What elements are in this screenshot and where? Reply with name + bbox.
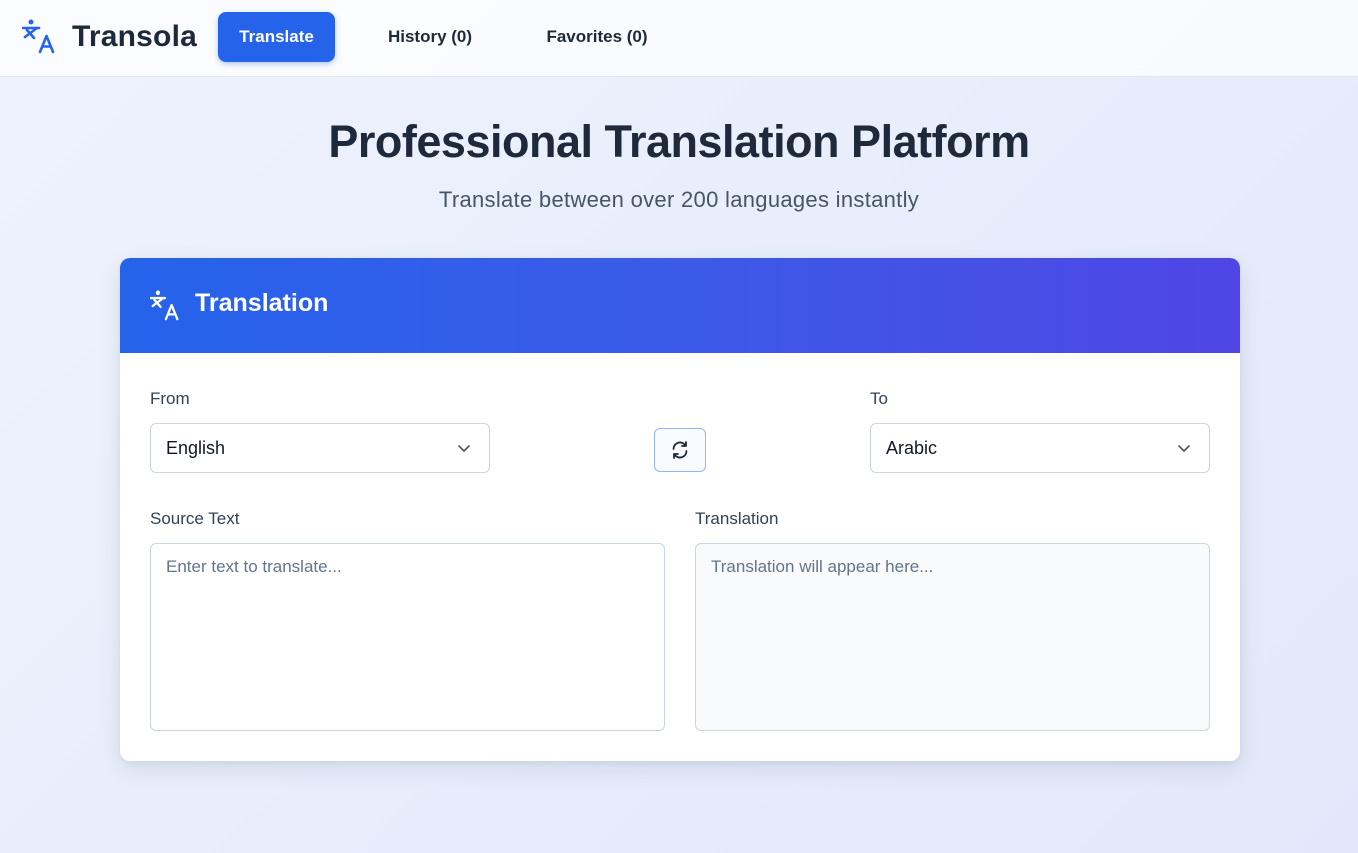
translate-icon <box>150 290 179 321</box>
translation-output-placeholder: Translation will appear here... <box>711 557 934 576</box>
translation-card: Translation From English To Arabic Sourc… <box>120 258 1240 761</box>
brand[interactable]: Transola <box>22 19 197 55</box>
page-title: Professional Translation Platform <box>328 116 1030 167</box>
to-label: To <box>870 389 888 408</box>
swap-arrows-icon <box>672 441 688 459</box>
source-text-input[interactable]: Enter text to translate... <box>150 543 665 731</box>
translation-output[interactable]: Translation will appear here... <box>695 543 1210 731</box>
translate-icon <box>22 19 55 54</box>
to-language-value: Arabic <box>886 437 938 458</box>
card-header: Translation <box>120 258 1240 353</box>
source-text-label: Source Text <box>150 509 240 528</box>
from-language-value: English <box>166 437 226 458</box>
from-label: From <box>150 389 190 408</box>
chevron-down-icon <box>458 445 470 452</box>
source-text-placeholder: Enter text to translate... <box>166 557 342 576</box>
to-language-select[interactable]: Arabic <box>870 423 1210 473</box>
nav-translate-button[interactable]: Translate <box>218 12 335 62</box>
brand-name: Transola <box>72 20 197 53</box>
translation-label: Translation <box>695 509 779 528</box>
nav-history-button[interactable]: History (0) <box>368 12 492 62</box>
card-title: Translation <box>195 289 329 317</box>
chevron-down-icon <box>1178 445 1190 452</box>
top-navbar: Transola Translate History (0) Favorites… <box>0 0 1358 77</box>
nav-favorites-button[interactable]: Favorites (0) <box>528 12 666 62</box>
from-language-select[interactable]: English <box>150 423 490 473</box>
page-subtitle: Translate between over 200 languages ins… <box>438 187 920 212</box>
swap-languages-button[interactable] <box>654 428 706 472</box>
